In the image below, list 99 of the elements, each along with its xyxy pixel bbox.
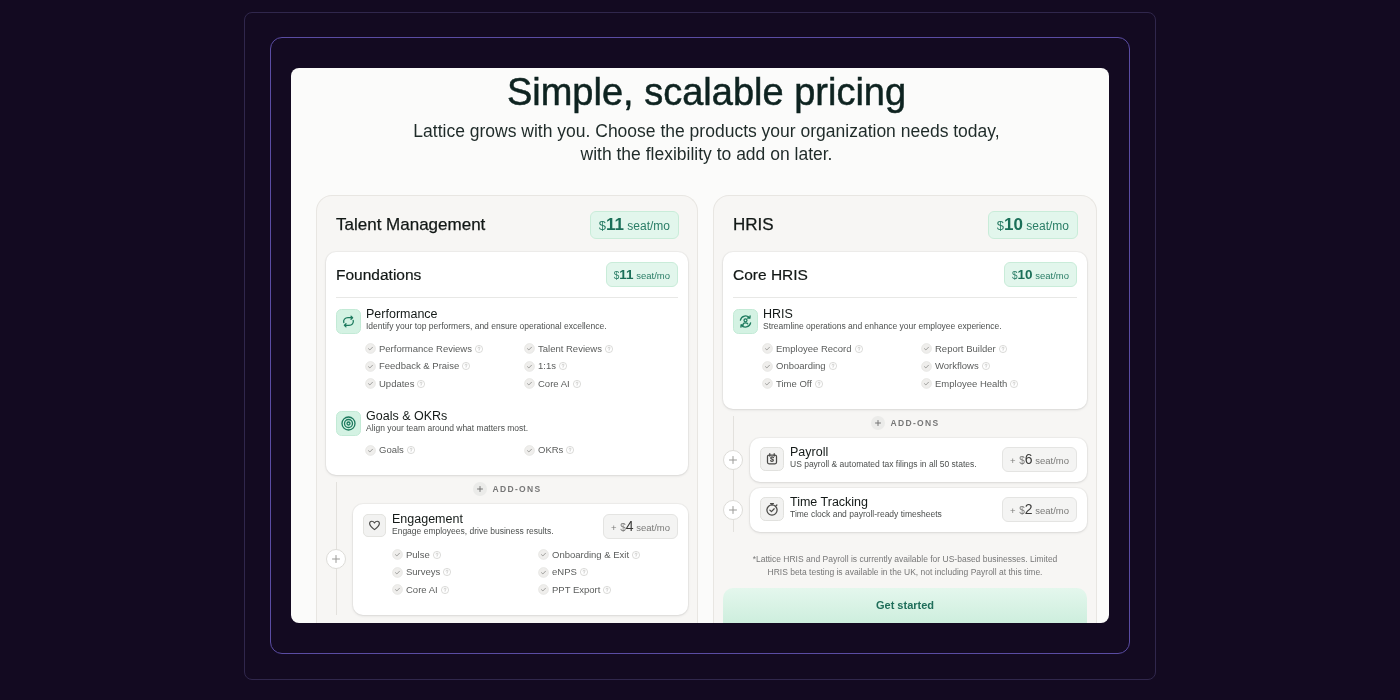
check-icon bbox=[524, 378, 535, 390]
help-icon[interactable] bbox=[558, 362, 567, 371]
feature-label: OKRs bbox=[538, 443, 564, 458]
add-icon[interactable] bbox=[723, 499, 743, 520]
feature-label: Workflows bbox=[935, 359, 979, 374]
check-icon bbox=[365, 444, 376, 456]
help-icon[interactable] bbox=[440, 585, 449, 594]
help-icon[interactable] bbox=[474, 344, 483, 353]
footnote: *Lattice HRIS and Payroll is currently available for US-based businesses. Limited HRIS beta testing is available in the UK, not including Payroll at this time. bbox=[751, 552, 1059, 579]
price-tag: $11 seat/mo bbox=[605, 262, 678, 287]
price-tag: $10 seat/mo bbox=[987, 211, 1078, 239]
check-icon bbox=[762, 378, 773, 390]
feature-label: Time Off bbox=[776, 376, 812, 391]
add-icon[interactable] bbox=[326, 549, 346, 570]
feature-label: Employee Record bbox=[776, 341, 852, 356]
addon-name: Engagement bbox=[392, 513, 464, 526]
person-arrows-icon bbox=[733, 309, 758, 334]
feature-label: 1:1s bbox=[538, 359, 556, 374]
help-icon[interactable] bbox=[981, 362, 990, 371]
plan-name: HRIS bbox=[733, 214, 774, 237]
addon-description: US payroll & automated tax filings in all 50 states. bbox=[790, 458, 977, 470]
check-icon bbox=[524, 444, 535, 456]
check-icon bbox=[392, 549, 403, 561]
bundle-name: Foundations bbox=[336, 264, 422, 285]
plus-icon bbox=[472, 482, 487, 496]
plus-icon bbox=[870, 415, 885, 430]
check-icon bbox=[921, 343, 932, 355]
page-title: Simple, scalable pricing bbox=[505, 70, 908, 114]
help-icon[interactable] bbox=[462, 362, 471, 371]
stopwatch-icon bbox=[760, 496, 784, 521]
feature-label: Pulse bbox=[406, 547, 430, 562]
check-icon bbox=[762, 360, 773, 372]
check-icon bbox=[538, 549, 549, 561]
feature-label: Core AI bbox=[406, 582, 438, 597]
feature-label: Employee Health bbox=[935, 376, 1008, 391]
check-icon bbox=[365, 360, 376, 372]
check-icon bbox=[392, 584, 403, 596]
check-icon bbox=[365, 343, 376, 355]
check-icon bbox=[762, 343, 773, 355]
check-icon bbox=[921, 378, 932, 390]
price-tag: $10 seat/mo bbox=[1003, 262, 1077, 287]
help-icon[interactable] bbox=[604, 344, 613, 353]
add-icon[interactable] bbox=[723, 449, 743, 470]
check-icon bbox=[921, 360, 932, 372]
help-icon[interactable] bbox=[443, 568, 452, 577]
help-icon[interactable] bbox=[998, 344, 1007, 353]
check-icon bbox=[538, 566, 549, 578]
feature-label: PPT Export bbox=[552, 582, 601, 597]
feature-label: Performance Reviews bbox=[379, 341, 472, 356]
help-icon[interactable] bbox=[632, 550, 641, 559]
price-tag: $11 seat/mo bbox=[589, 211, 679, 239]
cycle-arrows-icon bbox=[336, 309, 361, 334]
product-description: Streamline operations and enhance your employee experience. bbox=[763, 321, 1002, 332]
addons-label: ADD-ONS bbox=[492, 483, 542, 496]
feature-label: Surveys bbox=[406, 565, 441, 580]
product-name: Goals & OKRs bbox=[366, 409, 449, 423]
check-icon bbox=[392, 566, 403, 578]
bundle-name: Core HRIS bbox=[733, 264, 808, 285]
feature-label: Feedback & Praise bbox=[379, 359, 460, 374]
addon-description: Engage employees, drive business results. bbox=[392, 526, 554, 537]
price-tag: + $6 seat/mo bbox=[1002, 446, 1077, 472]
help-icon[interactable] bbox=[1010, 379, 1019, 388]
check-icon bbox=[538, 584, 549, 596]
page-subtitle: Lattice grows with you. Choose the products your organization needs today, with the flexibility to add on later. bbox=[412, 120, 1001, 166]
feature-label: Talent Reviews bbox=[538, 341, 602, 356]
plan-name: Talent Management bbox=[336, 214, 486, 237]
feature-label: Onboarding bbox=[776, 359, 826, 374]
feature-label: Updates bbox=[379, 376, 415, 391]
help-icon[interactable] bbox=[406, 446, 415, 455]
addon-description: Time clock and payroll-ready timesheets bbox=[790, 508, 942, 520]
help-icon[interactable] bbox=[432, 550, 441, 559]
feature-label: Goals bbox=[379, 443, 404, 458]
product-description: Identify your top performers, and ensure operational excellence. bbox=[366, 321, 607, 332]
get-started-button[interactable]: Get started bbox=[723, 587, 1087, 623]
help-icon[interactable] bbox=[572, 379, 581, 388]
check-icon bbox=[365, 378, 376, 390]
help-icon[interactable] bbox=[603, 585, 612, 594]
target-icon bbox=[336, 410, 361, 436]
addon-name: Time Tracking bbox=[790, 495, 870, 509]
price-tag: + $4 seat/mo bbox=[603, 514, 678, 539]
feature-label: Report Builder bbox=[935, 341, 996, 356]
feature-label: eNPS bbox=[552, 565, 577, 580]
help-icon[interactable] bbox=[814, 379, 823, 388]
feature-label: Onboarding & Exit bbox=[552, 547, 630, 562]
product-description: Align your team around what matters most. bbox=[366, 422, 529, 434]
check-icon bbox=[524, 343, 535, 355]
help-icon[interactable] bbox=[417, 379, 426, 388]
addons-label: ADD-ONS bbox=[890, 416, 940, 430]
product-name: HRIS bbox=[763, 308, 794, 321]
feature-label: Core AI bbox=[538, 376, 570, 391]
addon-name: Payroll bbox=[790, 445, 830, 459]
dollar-sheet-icon bbox=[760, 446, 784, 471]
help-icon[interactable] bbox=[854, 344, 863, 353]
help-icon[interactable] bbox=[566, 446, 575, 455]
help-icon[interactable] bbox=[579, 568, 588, 577]
price-tag: + $2 seat/mo bbox=[1002, 496, 1077, 522]
product-name: Performance bbox=[366, 308, 439, 321]
help-icon[interactable] bbox=[828, 362, 837, 371]
check-icon bbox=[524, 360, 535, 372]
